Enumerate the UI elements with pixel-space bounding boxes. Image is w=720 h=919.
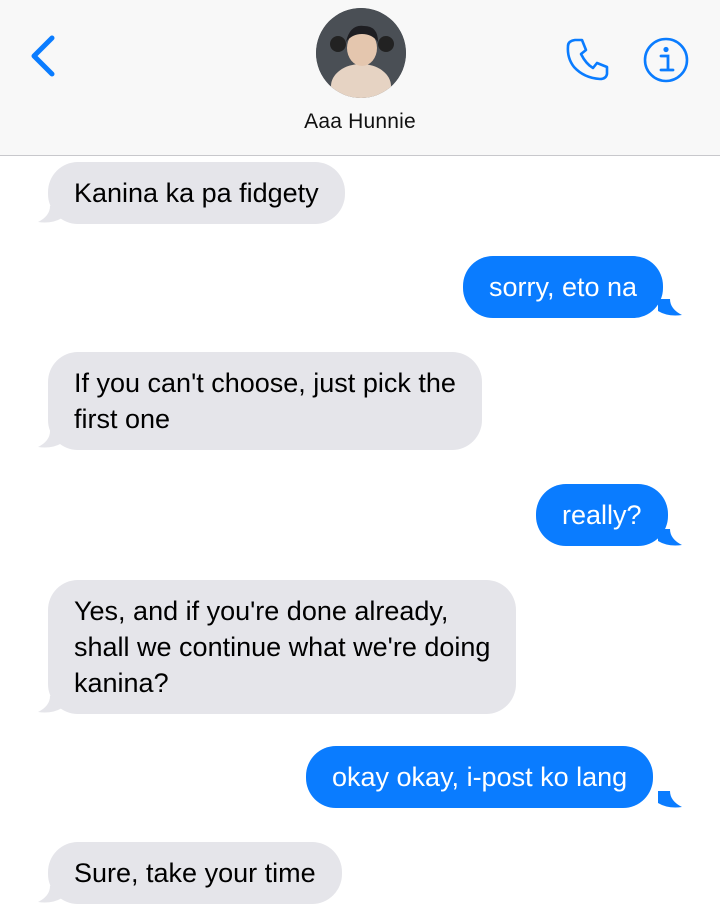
message-bubble: sorry, eto na [463,256,664,318]
chevron-left-icon [31,35,55,77]
message-bubble: Yes, and if you're done already, shall w… [48,580,517,714]
message-bubble: really? [536,484,668,546]
message-bubble: Sure, take your time [48,842,342,904]
bubble-tail [658,299,682,316]
avatar[interactable] [316,8,406,98]
message-bubble: okay okay, i-post ko lang [306,746,654,808]
contact-photo [316,8,406,98]
bubble-tail [658,791,682,808]
contact-name[interactable]: Aaa Hunnie [0,110,720,134]
call-button[interactable] [562,34,612,84]
message-bubble: If you can't choose, just pick the first… [48,352,482,450]
conversation-header: Aaa Hunnie [0,0,720,156]
message-thread[interactable]: Kanina ka pa fidgety sorry, eto na If yo… [0,156,720,919]
back-button[interactable] [24,34,64,78]
phone-icon [566,38,609,81]
message-bubble: Kanina ka pa fidgety [48,162,345,224]
info-icon [643,37,689,83]
info-button[interactable] [642,36,690,84]
